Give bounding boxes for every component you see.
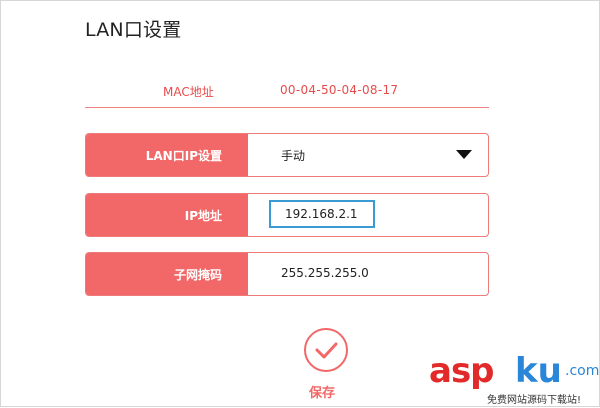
- watermark-tagline: 免费网站源码下载站!: [487, 391, 582, 406]
- lan-ip-mode-value: 手动: [281, 149, 306, 163]
- dropdown-arrow-icon[interactable]: [456, 150, 472, 159]
- mac-address-row: MAC地址 00-04-50-04-08-17: [85, 71, 489, 108]
- lan-ip-mode-select[interactable]: LAN口IP设置 手动: [85, 133, 489, 177]
- lan-ip-mode-label: LAN口IP设置: [86, 134, 248, 176]
- mac-address-label: MAC地址: [163, 85, 214, 99]
- watermark-brand-suffix: .com: [565, 363, 600, 379]
- ip-address-row: IP地址 192.168.2.1: [85, 193, 489, 237]
- site-watermark: asp ku .com 免费网站源码下载站!: [429, 351, 600, 408]
- subnet-mask-label: 子网掩码: [86, 253, 248, 295]
- subnet-mask-input[interactable]: 255.255.255.0: [281, 266, 369, 280]
- page-title: LAN口设置: [85, 19, 182, 41]
- settings-panel: LAN口设置 MAC地址 00-04-50-04-08-17 LAN口IP设置 …: [0, 0, 600, 407]
- save-button[interactable]: 保存: [304, 328, 348, 401]
- mac-address-value: 00-04-50-04-08-17: [280, 83, 399, 97]
- ip-address-label: IP地址: [86, 194, 248, 236]
- checkmark-icon: [315, 342, 338, 359]
- subnet-mask-row: 子网掩码 255.255.255.0: [85, 252, 489, 296]
- watermark-brand-a: asp: [429, 351, 495, 391]
- save-circle[interactable]: [304, 328, 348, 372]
- save-label: 保存: [309, 386, 336, 401]
- ip-address-input[interactable]: 192.168.2.1: [269, 200, 375, 228]
- watermark-brand-b: ku: [515, 351, 562, 391]
